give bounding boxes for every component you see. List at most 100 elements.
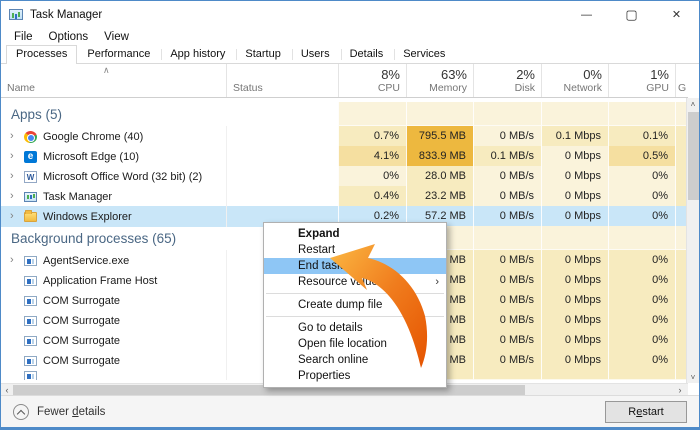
context-menu-item-restart[interactable]: Restart bbox=[264, 242, 446, 258]
process-name: AgentService.exe bbox=[43, 255, 129, 267]
menubar-item-options[interactable]: Options bbox=[41, 31, 97, 43]
tab-app-history[interactable]: App history bbox=[160, 45, 235, 63]
expand-chevron-icon[interactable]: › bbox=[10, 151, 18, 162]
process-row[interactable]: › Google Chrome (40) 0.7% 795.5 MB 0 MB/… bbox=[1, 126, 688, 146]
memory-cell: 28.0 MB bbox=[406, 166, 473, 187]
disk-cell: 0 MB/s bbox=[473, 126, 541, 147]
column-memory[interactable]: 63% Memory bbox=[406, 64, 473, 97]
metric-label: Network bbox=[563, 82, 602, 94]
context-menu-item-properties[interactable]: Properties bbox=[264, 368, 446, 384]
column-gpu[interactable]: 1% GPU bbox=[608, 64, 675, 97]
scroll-down-icon[interactable]: ˅ bbox=[687, 371, 699, 383]
context-menu-item-expand[interactable]: Expand bbox=[264, 226, 446, 242]
edge-icon bbox=[24, 151, 37, 163]
sort-ascending-icon: ∧ bbox=[103, 65, 110, 76]
network-cell: 0 Mbps bbox=[541, 290, 608, 311]
tab-users[interactable]: Users bbox=[291, 45, 340, 63]
context-menu-item-label: Resource values bbox=[298, 276, 384, 288]
network-cell: 0 Mbps bbox=[541, 310, 608, 331]
column-name[interactable]: ∧ Name bbox=[1, 64, 226, 97]
column-cpu[interactable]: 8% CPU bbox=[338, 64, 406, 97]
menubar-item-view[interactable]: View bbox=[96, 31, 137, 43]
scroll-up-icon[interactable]: ˄ bbox=[687, 98, 699, 110]
scroll-left-icon[interactable]: ‹ bbox=[1, 385, 13, 395]
disk-cell: 0 MB/s bbox=[473, 206, 541, 227]
tab-label: App history bbox=[170, 48, 225, 60]
network-cell bbox=[541, 370, 608, 380]
status-cell bbox=[226, 146, 338, 167]
gpu-cell bbox=[608, 370, 675, 380]
metric-label: Disk bbox=[515, 82, 535, 94]
network-cell: 0.1 Mbps bbox=[541, 126, 608, 147]
process-name: COM Surrogate bbox=[43, 295, 120, 307]
app-icon bbox=[24, 276, 37, 286]
vertical-scrollbar[interactable]: ˄ ˅ bbox=[686, 98, 699, 383]
app-icon bbox=[24, 256, 37, 266]
context-menu-item-label: Create dump file bbox=[298, 299, 382, 311]
status-cell bbox=[226, 126, 338, 147]
tab-startup[interactable]: Startup bbox=[235, 45, 290, 63]
network-cell: 0 Mbps bbox=[541, 250, 608, 271]
overflow-column-label: G bbox=[678, 82, 686, 94]
process-name: Google Chrome (40) bbox=[43, 131, 143, 143]
disk-cell: 0 MB/s bbox=[473, 166, 541, 187]
process-name: COM Surrogate bbox=[43, 335, 120, 347]
tab-bar: Processes Performance App history Startu… bbox=[1, 46, 699, 64]
maximize-button[interactable]: ▢ bbox=[609, 1, 654, 28]
cpu-cell: 0% bbox=[338, 166, 406, 187]
column-disk[interactable]: 2% Disk bbox=[473, 64, 541, 97]
menubar-item-file[interactable]: File bbox=[6, 31, 41, 43]
tab-processes[interactable]: Processes bbox=[6, 45, 77, 64]
section-header[interactable]: Apps (5) bbox=[1, 102, 688, 126]
context-menu-item-label: End task bbox=[298, 260, 343, 272]
memory-cell: 833.9 MB bbox=[406, 146, 473, 167]
context-menu-item-go-to-details[interactable]: Go to details bbox=[264, 320, 446, 336]
expand-chevron-icon[interactable]: › bbox=[10, 131, 18, 142]
disk-cell: 0 MB/s bbox=[473, 270, 541, 291]
process-row[interactable]: › Microsoft Office Word (32 bit) (2) 0% … bbox=[1, 166, 688, 186]
gpu-cell: 0% bbox=[608, 250, 675, 271]
process-name: Microsoft Office Word (32 bit) (2) bbox=[43, 171, 202, 183]
process-name: COM Surrogate bbox=[43, 355, 120, 367]
section-title: Apps (5) bbox=[1, 102, 338, 126]
context-menu-item-end-task[interactable]: End task bbox=[264, 258, 446, 274]
status-column-label: Status bbox=[233, 82, 263, 94]
explorer-icon bbox=[24, 212, 37, 222]
context-menu-item-open-file-location[interactable]: Open file location bbox=[264, 336, 446, 352]
fewer-details-label: Fewer details bbox=[37, 406, 105, 418]
context-menu-item-label: Go to details bbox=[298, 322, 363, 334]
process-row[interactable]: › Task Manager 0.4% 23.2 MB 0 MB/s 0 Mbp… bbox=[1, 186, 688, 206]
scroll-right-icon[interactable]: › bbox=[674, 385, 686, 395]
task-manager-window: Task Manager — ▢ ✕ FileOptionsView Proce… bbox=[0, 0, 700, 430]
context-menu-item-label: Restart bbox=[298, 244, 335, 256]
expand-chevron-icon[interactable]: › bbox=[10, 191, 18, 202]
tab-details[interactable]: Details bbox=[340, 45, 394, 63]
disk-cell: 0 MB/s bbox=[473, 250, 541, 271]
chrome-icon bbox=[24, 131, 37, 143]
status-bar: Fewer details Restart bbox=[1, 395, 699, 428]
tab-services[interactable]: Services bbox=[393, 45, 455, 63]
column-network[interactable]: 0% Network bbox=[541, 64, 608, 97]
process-row[interactable]: › Microsoft Edge (10) 4.1% 833.9 MB 0.1 … bbox=[1, 146, 688, 166]
minimize-button[interactable]: — bbox=[564, 1, 609, 28]
metric-total-percent: 63% bbox=[441, 67, 467, 82]
gpu-cell: 0% bbox=[608, 206, 675, 227]
expand-chevron-icon[interactable]: › bbox=[10, 211, 18, 222]
process-name: COM Surrogate bbox=[43, 315, 120, 327]
context-menu-item-create-dump-file[interactable]: Create dump file bbox=[264, 297, 446, 313]
close-button[interactable]: ✕ bbox=[654, 1, 699, 28]
vertical-scrollbar-thumb[interactable] bbox=[688, 112, 699, 200]
tab-label: Services bbox=[403, 48, 445, 60]
status-cell bbox=[226, 166, 338, 187]
context-menu-item-search-online[interactable]: Search online bbox=[264, 352, 446, 368]
expand-chevron-icon[interactable]: › bbox=[10, 255, 18, 266]
restart-button-label: Restart bbox=[628, 406, 663, 418]
gpu-cell: 0% bbox=[608, 166, 675, 187]
fewer-details-button[interactable]: Fewer details bbox=[13, 404, 105, 420]
column-status[interactable]: Status bbox=[226, 64, 338, 97]
expand-chevron-icon[interactable]: › bbox=[10, 171, 18, 182]
context-menu-item-resource-values[interactable]: Resource values › bbox=[264, 274, 446, 290]
tab-performance[interactable]: Performance bbox=[77, 45, 160, 63]
restart-button[interactable]: Restart bbox=[605, 401, 687, 423]
cpu-cell: 0.4% bbox=[338, 186, 406, 207]
